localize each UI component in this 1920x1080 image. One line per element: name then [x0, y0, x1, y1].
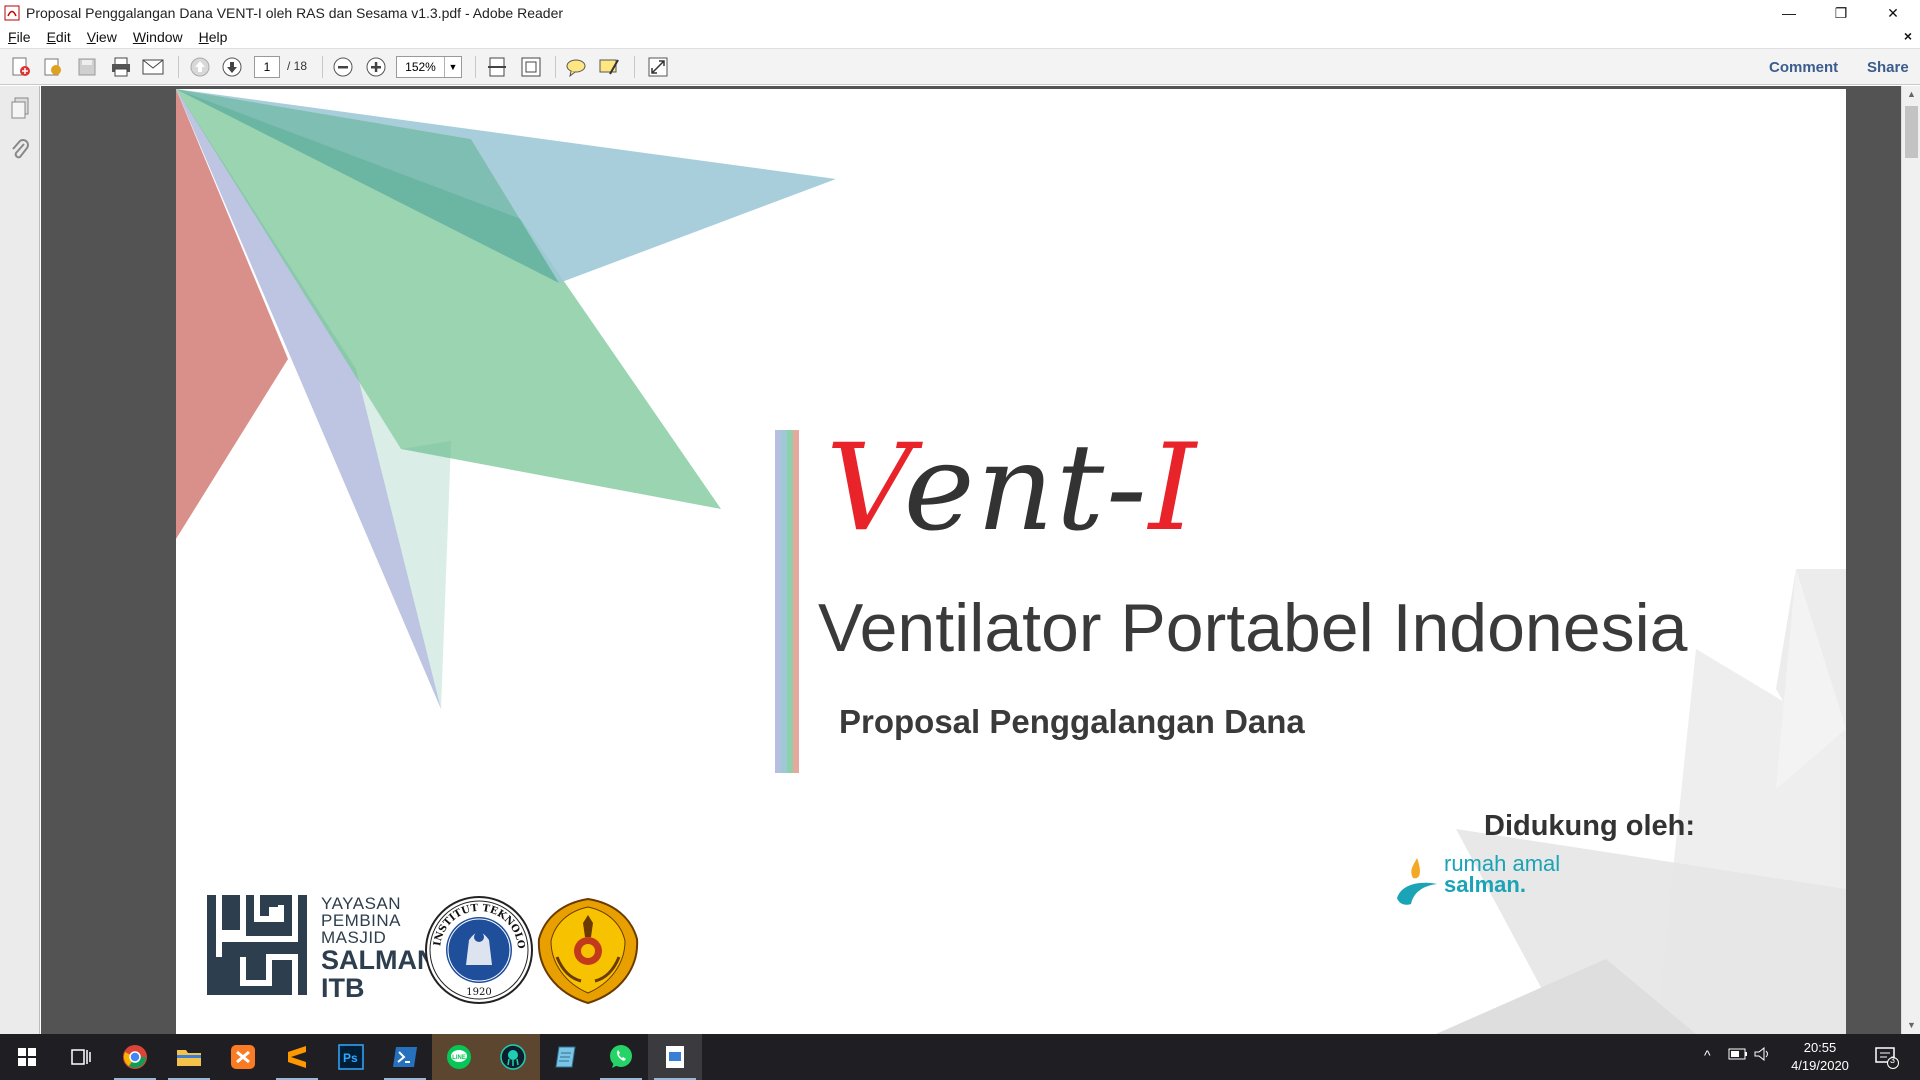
toolbar-separator	[634, 56, 635, 78]
ypms-bold-line: ITB	[321, 973, 365, 1003]
itb-logo: INSTITUT TEKNOLOGI BANDUNG 1920	[424, 895, 533, 1004]
sticky-note-icon[interactable]	[563, 54, 589, 80]
brand-middle: ent-	[903, 419, 1149, 558]
scroll-up-icon[interactable]: ▲	[1902, 86, 1920, 103]
adobe-reader-taskbar-icon[interactable]	[648, 1034, 702, 1080]
window-title: Proposal Penggalangan Dana VENT-I oleh R…	[26, 5, 564, 21]
ypms-bold-line: SALMAN	[321, 945, 437, 975]
minimize-button[interactable]: —	[1766, 0, 1812, 26]
brand-suffix: I	[1148, 419, 1199, 558]
photoshop-icon[interactable]: Ps	[324, 1034, 378, 1080]
task-view-icon[interactable]	[54, 1034, 108, 1080]
ypms-logo-mark	[207, 895, 307, 995]
highlight-icon[interactable]	[596, 54, 622, 80]
ypms-line: MASJID	[321, 928, 387, 947]
itb-year: 1920	[466, 987, 491, 998]
xampp-icon[interactable]	[216, 1034, 270, 1080]
menu-bar: File Edit View Window Help ×	[0, 26, 1920, 48]
restore-button[interactable]: ❐	[1818, 0, 1864, 26]
powershell-icon[interactable]	[378, 1034, 432, 1080]
notepad-icon[interactable]	[540, 1034, 594, 1080]
sponsor-name-line2: salman.	[1444, 872, 1526, 897]
notification-center-icon[interactable]: 3	[1874, 1045, 1900, 1072]
clock-time: 20:55	[1803, 1040, 1837, 1055]
toolbar-separator	[475, 56, 476, 78]
accent-stripes	[775, 430, 799, 773]
menu-view[interactable]: View	[87, 29, 117, 45]
document-close-button[interactable]: ×	[1904, 28, 1912, 44]
line-icon[interactable]: LINE	[432, 1034, 486, 1080]
rumah-amal-salman-logo	[1397, 858, 1437, 905]
zoom-out-icon[interactable]	[330, 54, 356, 80]
brand-initial: V	[826, 419, 904, 558]
ypms-line: YAYASAN	[321, 894, 402, 913]
pdf-page: Vent-I Ventilator Portabel Indonesia Pro…	[176, 89, 1846, 1034]
vertical-scrollbar[interactable]: ▲ ▼	[1901, 86, 1920, 1034]
gitkraken-icon[interactable]	[486, 1034, 540, 1080]
whatsapp-icon[interactable]	[594, 1034, 648, 1080]
toolbar: 1 / 18 152% ▼ Comment Share	[0, 48, 1920, 85]
menu-window[interactable]: Window	[133, 29, 183, 45]
svg-text:LINE: LINE	[452, 1055, 466, 1061]
notification-count: 3	[1890, 1055, 1896, 1065]
ypms-logo-text: YAYASAN PEMBINA MASJID SALMAN ITB	[321, 895, 437, 1002]
zoom-in-icon[interactable]	[363, 54, 389, 80]
document-subtitle: Proposal Penggalangan Dana	[839, 703, 1305, 740]
menu-file[interactable]: File	[8, 29, 31, 45]
scrollbar-thumb[interactable]	[1905, 106, 1918, 158]
menu-edit[interactable]: Edit	[47, 29, 71, 45]
toolbar-separator	[555, 56, 556, 78]
fullscreen-icon[interactable]	[645, 54, 671, 80]
email-icon[interactable]	[140, 54, 166, 80]
ypms-line: PEMBINA	[321, 911, 402, 930]
navigation-panel	[0, 86, 40, 1034]
share-button[interactable]: Share	[1867, 59, 1909, 76]
sublime-text-icon[interactable]	[270, 1034, 324, 1080]
attachments-icon[interactable]	[9, 138, 31, 167]
previous-page-icon[interactable]	[187, 54, 213, 80]
file-explorer-icon[interactable]	[162, 1034, 216, 1080]
unpad-logo	[537, 897, 639, 1005]
comment-button[interactable]: Comment	[1769, 59, 1838, 76]
scroll-down-icon[interactable]: ▼	[1902, 1017, 1920, 1034]
brand-title: Vent-I	[826, 419, 1198, 558]
page-number-input[interactable]: 1	[254, 56, 280, 78]
fit-width-icon[interactable]	[484, 54, 510, 80]
battery-icon[interactable]	[1728, 1047, 1748, 1064]
page-total: / 18	[287, 59, 308, 73]
system-clock[interactable]: 20:55 4/19/2020	[1780, 1039, 1860, 1075]
toolbar-separator	[178, 56, 179, 78]
chevron-up-icon[interactable]: ^	[1704, 1047, 1711, 1063]
chrome-icon[interactable]	[108, 1034, 162, 1080]
zoom-value: 152%	[397, 57, 445, 77]
save-icon[interactable]	[74, 54, 100, 80]
svg-text:Ps: Ps	[343, 1051, 358, 1065]
next-page-icon[interactable]	[219, 54, 245, 80]
clock-date: 4/19/2020	[1791, 1058, 1849, 1073]
windows-start-icon[interactable]	[0, 1034, 54, 1080]
menu-help[interactable]: Help	[199, 29, 228, 45]
close-button[interactable]: ✕	[1870, 0, 1916, 26]
open-file-icon[interactable]	[40, 54, 66, 80]
pages-icon[interactable]	[9, 96, 31, 125]
print-icon[interactable]	[108, 54, 134, 80]
volume-icon[interactable]	[1754, 1046, 1772, 1064]
document-viewer[interactable]: Vent-I Ventilator Portabel Indonesia Pro…	[41, 86, 1901, 1034]
decorative-shapes	[176, 89, 1846, 1034]
document-title: Ventilator Portabel Indonesia	[818, 590, 1688, 666]
chevron-down-icon[interactable]: ▼	[445, 62, 461, 72]
taskbar: Ps LINE ^ 20:55 4/19/2020 3	[0, 1034, 1920, 1080]
toolbar-separator	[322, 56, 323, 78]
adobe-reader-icon	[4, 5, 20, 21]
create-pdf-icon[interactable]	[8, 54, 34, 80]
fit-page-icon[interactable]	[518, 54, 544, 80]
title-bar: Proposal Penggalangan Dana VENT-I oleh R…	[0, 0, 1920, 26]
zoom-select[interactable]: 152% ▼	[396, 56, 462, 78]
support-label: Didukung oleh:	[1484, 810, 1696, 842]
